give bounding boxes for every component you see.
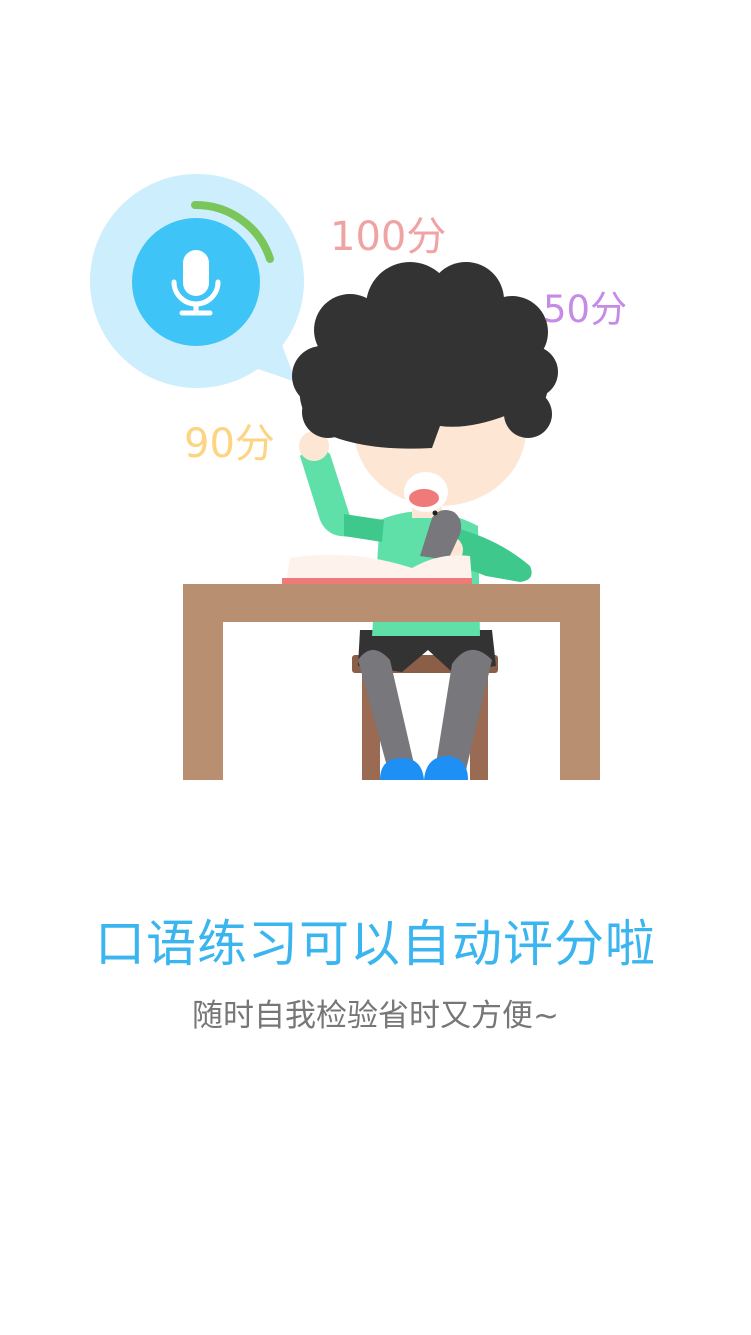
score-right: 50分 xyxy=(543,288,627,331)
open-book xyxy=(282,554,472,584)
speech-scoring-illustration: 100分 50分 90分 xyxy=(90,174,627,780)
speech-bubble xyxy=(90,174,304,388)
score-top: 100分 xyxy=(330,214,446,260)
subline: 随时自我检验省时又方便~ xyxy=(192,998,559,1034)
boy-figure xyxy=(292,262,558,780)
score-left: 90分 xyxy=(184,421,275,467)
headline: 口语练习可以自动评分啦 xyxy=(95,915,656,973)
